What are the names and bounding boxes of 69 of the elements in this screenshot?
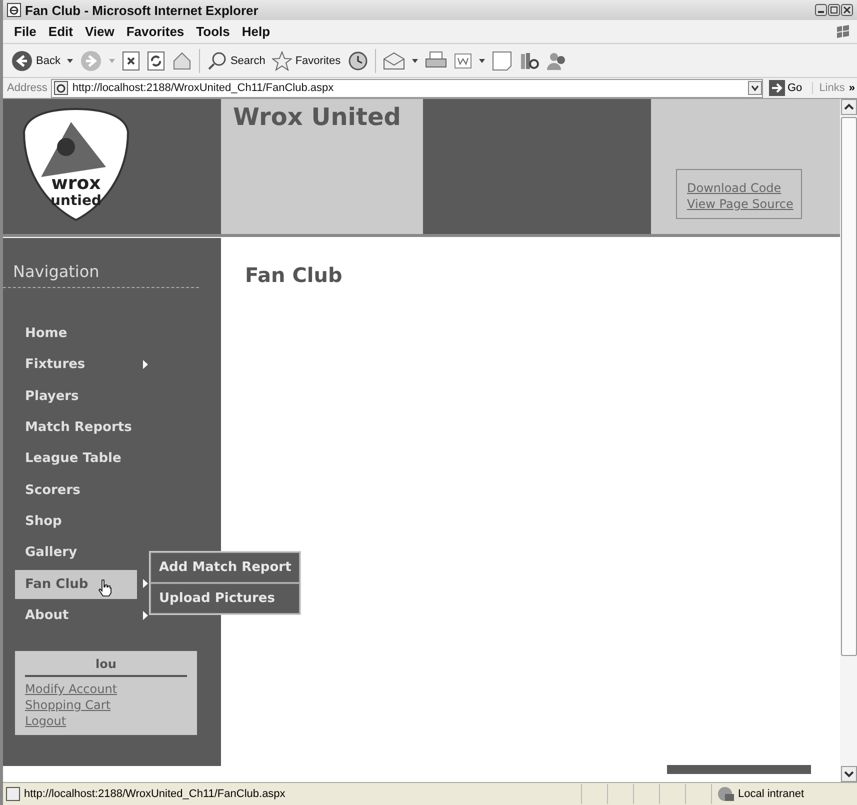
edit-icon[interactable] xyxy=(454,52,472,68)
site-title: Wrox United xyxy=(233,103,401,131)
zone-label: Local intranet xyxy=(738,788,804,800)
dropdown-caret-icon[interactable] xyxy=(67,58,74,62)
page-icon xyxy=(54,81,68,95)
menu-item[interactable]: Favorites xyxy=(121,24,192,39)
network-icon xyxy=(717,786,735,802)
scrollbar-thumb[interactable] xyxy=(840,117,856,656)
search-icon xyxy=(207,50,228,70)
maximize-icon[interactable] xyxy=(828,4,840,16)
search-button[interactable]: Search xyxy=(207,50,266,70)
page-icon xyxy=(6,787,20,801)
account-link[interactable]: Shopping Cart xyxy=(25,696,187,713)
windows-logo-icon xyxy=(835,24,851,40)
dropdown-caret-icon[interactable] xyxy=(478,58,485,62)
browser-logo-icon xyxy=(7,3,21,17)
home-icon[interactable] xyxy=(172,50,192,70)
back-button[interactable]: Back xyxy=(11,50,60,72)
navigation-heading: Navigation xyxy=(3,238,199,288)
address-field[interactable]: http://localhost:2188/WroxUnited_Ch11/FanClub.aspx xyxy=(51,78,762,98)
star-icon xyxy=(272,50,292,70)
user-name: lou xyxy=(25,656,187,677)
status-text: http://localhost:2188/WroxUnited_Ch11/FanClub.aspx xyxy=(24,788,286,800)
more-chevron[interactable]: » xyxy=(848,82,855,94)
page-icon[interactable] xyxy=(492,50,512,70)
scroll-up-icon[interactable] xyxy=(840,99,856,115)
nav-menu-item[interactable]: League Table xyxy=(15,444,137,474)
favorites-button[interactable]: Favorites xyxy=(272,50,341,70)
club-crest-logo: wrox untied xyxy=(21,107,131,222)
page-heading: Fan Club xyxy=(245,263,344,287)
books-icon[interactable] xyxy=(518,50,539,70)
nav-menu-item[interactable]: Shop xyxy=(15,506,137,536)
menu-item[interactable]: File xyxy=(9,24,44,39)
refresh-icon[interactable] xyxy=(147,50,166,70)
scroll-down-icon[interactable] xyxy=(840,766,856,782)
nav-menu-item[interactable]: Match Reports xyxy=(15,413,137,442)
address-label: Address xyxy=(7,82,48,94)
nav-menu-item[interactable]: Scorers xyxy=(15,476,137,505)
nav-menu-item[interactable]: Fan Club xyxy=(15,570,137,599)
menu-item[interactable]: Tools xyxy=(191,24,237,39)
vertical-scrollbar[interactable] xyxy=(840,99,857,782)
header-link[interactable]: View Page Source xyxy=(687,196,794,212)
nav-menu-item[interactable]: Home xyxy=(15,319,137,348)
header-link[interactable]: Download Code xyxy=(687,180,794,196)
nav-menu-item[interactable]: About xyxy=(15,600,137,630)
go-button[interactable]: Go xyxy=(766,80,808,96)
dropdown-caret-icon[interactable] xyxy=(748,81,762,95)
menu-item[interactable]: View xyxy=(80,24,122,39)
submenu-item[interactable]: Add Match Report xyxy=(150,552,300,584)
menu-item[interactable]: Edit xyxy=(43,24,80,39)
minimize-icon[interactable] xyxy=(815,4,827,16)
submenu-item[interactable]: Upload Pictures xyxy=(150,583,300,614)
history-icon[interactable] xyxy=(348,50,368,70)
nav-menu-item[interactable]: Players xyxy=(15,382,137,411)
mail-icon[interactable] xyxy=(382,52,405,70)
printer-icon[interactable] xyxy=(424,50,447,70)
links-label[interactable]: Links xyxy=(812,82,845,94)
account-link[interactable]: Modify Account xyxy=(25,680,187,697)
hand-cursor-icon xyxy=(98,579,112,598)
window-title: Fan Club - Microsoft Internet Explorer xyxy=(25,2,258,18)
nav-menu-item[interactable]: Fixtures xyxy=(15,350,137,380)
arrow-icon xyxy=(768,80,784,96)
stop-icon[interactable] xyxy=(122,50,140,70)
close-icon[interactable] xyxy=(841,4,853,16)
nav-menu-item[interactable]: Gallery xyxy=(15,538,137,568)
menu-item[interactable]: Help xyxy=(236,24,278,39)
dropdown-caret-icon[interactable] xyxy=(412,58,418,62)
account-link[interactable]: Logout xyxy=(25,712,187,729)
people-icon[interactable] xyxy=(546,50,568,70)
